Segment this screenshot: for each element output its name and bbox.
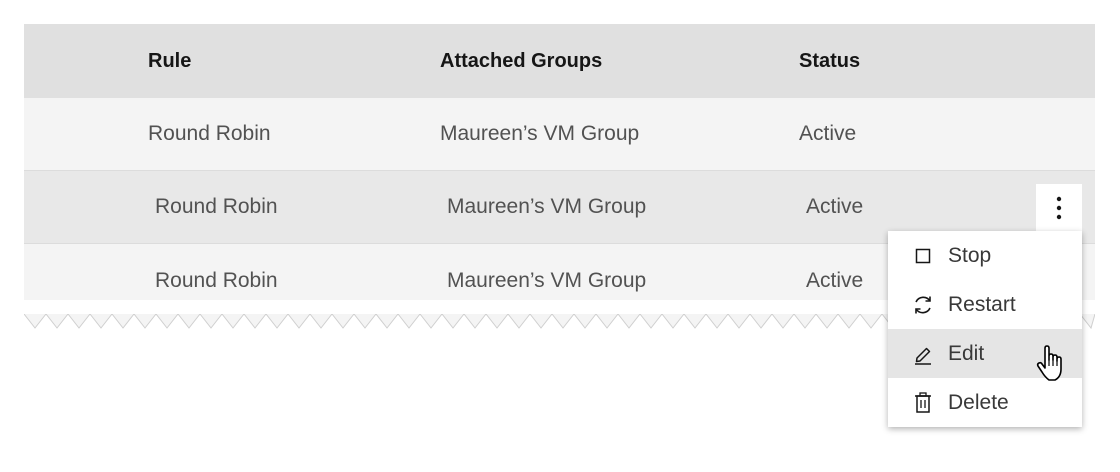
trash-icon bbox=[912, 391, 934, 414]
column-header-status[interactable]: Status bbox=[799, 24, 860, 98]
menu-item-delete[interactable]: Delete bbox=[888, 378, 1082, 427]
menu-item-label: Delete bbox=[948, 390, 1009, 414]
table-row[interactable]: Round Robin Maureen’s VM Group Active bbox=[24, 98, 1095, 171]
column-header-rule[interactable]: Rule bbox=[148, 24, 191, 98]
cell-attached-groups: Maureen’s VM Group bbox=[440, 122, 640, 145]
menu-item-label: Restart bbox=[948, 292, 1016, 316]
overflow-menu-button[interactable] bbox=[1036, 184, 1082, 231]
cell-attached-groups: Maureen’s VM Group bbox=[447, 269, 647, 292]
menu-item-stop[interactable]: Stop bbox=[888, 231, 1082, 280]
stop-icon bbox=[912, 245, 934, 267]
cell-rule: Round Robin bbox=[155, 195, 278, 218]
restart-icon bbox=[912, 294, 934, 316]
menu-item-label: Edit bbox=[948, 341, 985, 365]
cell-status: Active bbox=[806, 269, 864, 292]
overflow-menu: Stop Restart Edit Delete bbox=[888, 231, 1082, 427]
edit-icon bbox=[912, 343, 934, 365]
overflow-vertical-icon bbox=[1056, 196, 1062, 219]
column-header-attached-groups[interactable]: Attached Groups bbox=[440, 24, 602, 98]
cell-status: Active bbox=[806, 195, 864, 218]
cell-rule: Round Robin bbox=[148, 122, 271, 145]
menu-item-label: Stop bbox=[948, 243, 992, 267]
hand-pointer-cursor-icon bbox=[1036, 345, 1062, 381]
table-header: Rule Attached Groups Status bbox=[24, 24, 1095, 98]
cell-status: Active bbox=[799, 122, 857, 145]
cell-attached-groups: Maureen’s VM Group bbox=[447, 195, 647, 218]
cell-rule: Round Robin bbox=[155, 269, 278, 292]
menu-item-restart[interactable]: Restart bbox=[888, 280, 1082, 329]
